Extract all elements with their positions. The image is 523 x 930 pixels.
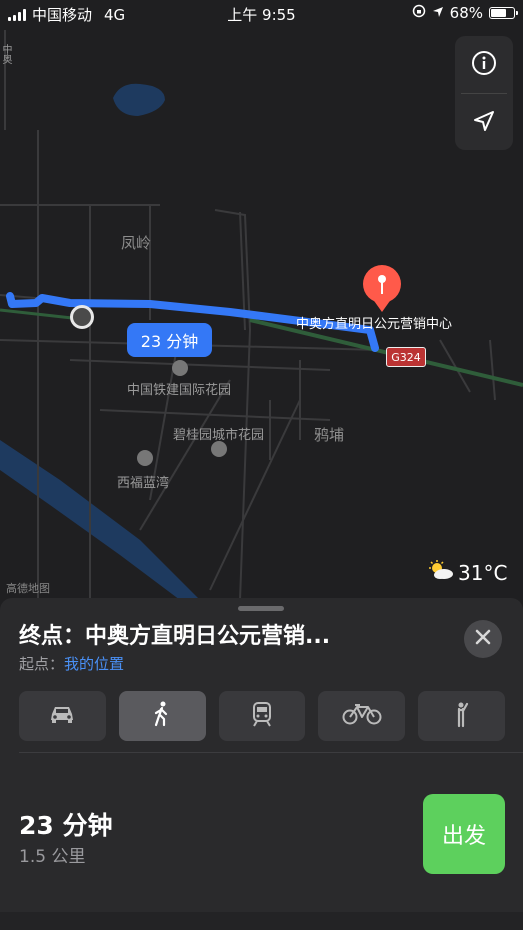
mode-bike-button[interactable] bbox=[318, 691, 406, 741]
route-duration: 23 分钟 bbox=[19, 811, 113, 840]
train-icon bbox=[251, 701, 273, 731]
mode-car-button[interactable] bbox=[19, 691, 106, 741]
map-label-fengling: 凤岭 bbox=[121, 234, 152, 252]
weather-widget: 31°C bbox=[428, 560, 507, 585]
transport-mode-bar bbox=[19, 691, 505, 741]
status-time: 上午 9:55 bbox=[227, 6, 296, 24]
map-label-xifu[interactable]: 西福蓝湾 bbox=[117, 472, 169, 491]
destination-pin-icon bbox=[363, 265, 401, 312]
destination-title: 终点：中奥方直明日公元营销... bbox=[19, 624, 331, 649]
mode-walk-button[interactable] bbox=[118, 691, 206, 741]
locate-me-button[interactable] bbox=[455, 94, 513, 151]
origin-line: 起点：我的位置 bbox=[19, 653, 124, 674]
close-icon bbox=[475, 629, 491, 649]
close-button[interactable] bbox=[464, 620, 502, 658]
map-label-top-left: 中奥 bbox=[0, 44, 11, 64]
map-watermark: 高德地图 bbox=[6, 582, 50, 595]
mode-transit-button[interactable] bbox=[218, 691, 306, 741]
partly-sunny-icon bbox=[428, 560, 454, 585]
origin-link[interactable]: 我的位置 bbox=[64, 655, 124, 673]
battery-percent: 68% bbox=[449, 4, 483, 22]
map-label-biguiyuan[interactable]: 碧桂园城市花园 bbox=[173, 424, 264, 443]
river bbox=[0, 440, 200, 600]
info-icon bbox=[471, 50, 497, 80]
go-button[interactable]: 出发 bbox=[423, 794, 505, 874]
route-time-badge[interactable]: 23 分钟 bbox=[127, 323, 212, 357]
bicycle-icon bbox=[342, 703, 382, 729]
rotation-lock-icon bbox=[412, 4, 426, 22]
pond bbox=[113, 83, 165, 116]
walking-icon bbox=[152, 701, 172, 731]
bottom-strip bbox=[0, 912, 523, 930]
directions-sheet: 终点：中奥方直明日公元营销... 起点：我的位置 23 分钟 1.5 公里 出发 bbox=[0, 598, 523, 930]
map-label-yabu: 鸦埔 bbox=[314, 426, 345, 444]
battery-icon bbox=[489, 7, 518, 19]
sheet-grabber[interactable] bbox=[238, 606, 284, 611]
route-distance: 1.5 公里 bbox=[19, 847, 86, 867]
road-shield-g324: G324 bbox=[386, 347, 426, 367]
map-controls bbox=[455, 36, 513, 150]
divider bbox=[19, 752, 523, 753]
mode-ride-button[interactable] bbox=[418, 691, 505, 741]
location-arrow-icon bbox=[472, 109, 496, 137]
status-bar: 中国移动 4G 上午 9:55 68% bbox=[0, 0, 523, 28]
origin-prefix: 起点： bbox=[19, 655, 65, 673]
map-label-zhongtie[interactable]: 中国铁建国际花园 bbox=[127, 379, 231, 398]
hail-ride-icon bbox=[452, 700, 472, 732]
car-icon bbox=[48, 704, 76, 728]
location-services-icon bbox=[432, 4, 444, 22]
info-button[interactable] bbox=[455, 36, 513, 93]
map-label-destination[interactable]: 中奥方直明日公元营销中心 bbox=[296, 313, 452, 332]
temperature: 31°C bbox=[458, 560, 508, 585]
